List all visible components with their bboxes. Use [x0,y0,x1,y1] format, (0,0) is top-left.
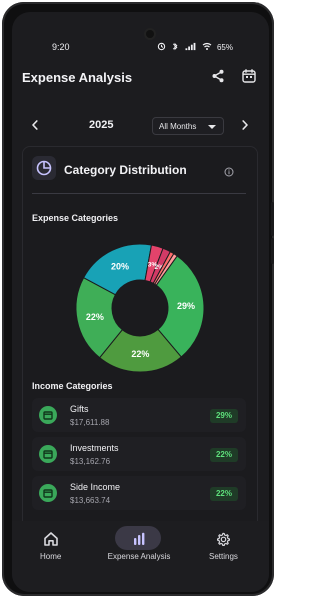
status-icons: 65% [157,42,236,53]
alarm-icon [157,42,166,53]
donut-slice-label: 22% [131,349,149,359]
nav-settings-label: Settings [209,552,238,561]
income-percent-badge: 22% [210,448,238,462]
app-screen: 9:20 65% Expense Analysis 2025 All Month… [12,12,269,592]
income-percent-badge: 22% [210,487,238,501]
wifi-icon [202,42,212,53]
grid-icon [39,484,57,502]
nav-expense-analysis-label: Expense Analysis [107,552,171,561]
chevron-right-icon[interactable] [238,118,252,132]
phone-frame: 9:20 65% Expense Analysis 2025 All Month… [2,2,274,596]
income-amount: $17,611.88 [70,418,110,427]
gear-icon [214,530,232,548]
income-row[interactable]: Gifts $17,611.88 29% [32,398,246,432]
year-label: 2025 [89,119,114,131]
front-camera [146,30,154,38]
income-categories-title: Income Categories [32,381,113,391]
side-button-power [271,238,274,264]
nav-expense-analysis[interactable]: Expense Analysis [100,530,178,561]
donut-slice-label: 29% [177,301,195,311]
income-amount: $13,162.76 [70,457,111,466]
donut-slice-label: 20% [111,262,129,272]
chevron-left-icon[interactable] [28,118,42,132]
home-icon [42,530,60,548]
share-icon[interactable] [210,68,226,84]
expense-categories-title: Expense Categories [32,213,119,223]
page-title: Expense Analysis [22,70,133,85]
side-button-volume [271,202,274,236]
chevron-down-icon [208,125,216,129]
nav-home[interactable]: Home [40,530,61,561]
income-name: Side Income [70,482,121,492]
investment-icon [39,445,57,463]
status-time: 9:20 [52,42,70,52]
income-name: Investments [70,443,119,453]
pie-chart-icon [32,156,56,180]
card-title: Category Distribution [64,163,187,177]
nav-home-label: Home [40,552,62,561]
donut-slice-label: 22% [86,312,104,322]
nav-settings[interactable]: Settings [209,530,238,561]
month-filter-label: All Months [159,122,197,131]
card-divider [32,193,246,194]
income-amount: $13,663.74 [70,496,111,505]
year-navigation [12,110,269,140]
battery-percent: 65% [216,43,233,52]
bar-chart-icon [130,530,148,548]
status-bar [12,12,269,38]
info-icon[interactable] [224,164,234,177]
calendar-icon[interactable] [241,68,257,84]
bluetooth-icon [171,42,179,53]
income-row[interactable]: Investments $13,162.76 22% [32,437,246,471]
gift-icon [39,406,57,424]
expense-donut-chart: 29%22%22%20% 3%2% [75,243,205,373]
income-row[interactable]: Side Income $13,663.74 22% [32,476,246,510]
signal-icon [184,42,196,53]
month-filter-dropdown[interactable]: All Months [152,117,224,135]
income-percent-badge: 29% [210,409,238,423]
income-name: Gifts [70,404,89,414]
